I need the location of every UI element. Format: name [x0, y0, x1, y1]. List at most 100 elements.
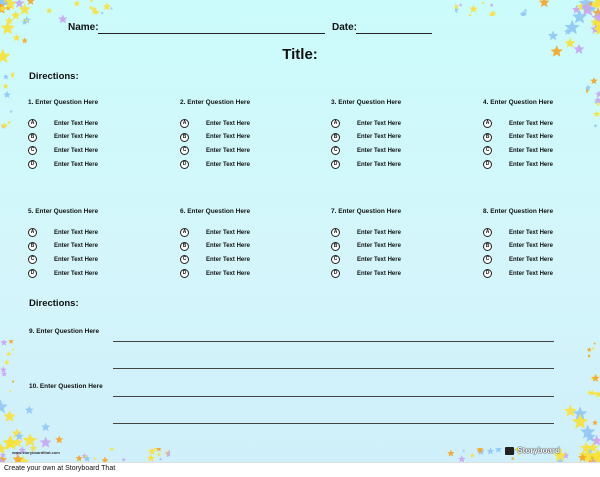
- option-text: Enter Text Here: [54, 147, 98, 154]
- answer-line-10b[interactable]: [113, 423, 554, 424]
- answer-bubble[interactable]: D: [28, 160, 37, 170]
- answer-option[interactable]: C Enter Text Here: [180, 253, 310, 267]
- answer-bubble[interactable]: D: [483, 160, 492, 170]
- directions-heading-1: Directions:: [29, 71, 79, 82]
- answer-option[interactable]: B Enter Text Here: [483, 131, 600, 145]
- star-icon: [586, 84, 592, 91]
- answer-bubble[interactable]: B: [331, 132, 340, 142]
- answer-bubble[interactable]: A: [331, 119, 340, 129]
- answer-bubble[interactable]: C: [180, 146, 189, 156]
- star-icon: [109, 448, 114, 451]
- answer-option[interactable]: C Enter Text Here: [28, 253, 158, 267]
- answer-option[interactable]: A Enter Text Here: [180, 226, 310, 240]
- answer-option[interactable]: B Enter Text Here: [28, 131, 158, 145]
- date-field[interactable]: [356, 33, 432, 34]
- storyboard-watermark[interactable]: Storyboard: [505, 446, 560, 455]
- answer-bubble[interactable]: D: [180, 160, 189, 170]
- answer-bubble[interactable]: A: [180, 119, 189, 129]
- watermark-url: www.storyboardthat.com: [12, 450, 60, 455]
- answer-bubble[interactable]: B: [180, 132, 189, 142]
- option-text: Enter Text Here: [54, 120, 98, 127]
- answer-option[interactable]: C Enter Text Here: [28, 144, 158, 158]
- answer-option[interactable]: C Enter Text Here: [331, 144, 461, 158]
- answer-bubble[interactable]: B: [28, 241, 37, 251]
- answer-option[interactable]: B Enter Text Here: [331, 240, 461, 254]
- answer-option[interactable]: A Enter Text Here: [483, 226, 600, 240]
- answer-line-9a[interactable]: [113, 341, 554, 342]
- answer-option[interactable]: B Enter Text Here: [331, 131, 461, 145]
- answer-option[interactable]: C Enter Text Here: [483, 144, 600, 158]
- star-border-left-bottom: [0, 340, 14, 393]
- answer-bubble[interactable]: D: [331, 269, 340, 279]
- answer-option[interactable]: A Enter Text Here: [28, 117, 158, 131]
- answer-bubble[interactable]: D: [28, 269, 37, 279]
- answer-option[interactable]: B Enter Text Here: [483, 240, 600, 254]
- answer-option[interactable]: B Enter Text Here: [28, 240, 158, 254]
- answer-bubble[interactable]: B: [331, 241, 340, 251]
- answer-bubble[interactable]: B: [28, 132, 37, 142]
- answer-option[interactable]: A Enter Text Here: [331, 117, 461, 131]
- answer-option[interactable]: C Enter Text Here: [331, 253, 461, 267]
- star-icon: [22, 432, 38, 447]
- star-icon: [591, 374, 600, 382]
- answer-option[interactable]: A Enter Text Here: [331, 226, 461, 240]
- option-text: Enter Text Here: [509, 256, 553, 263]
- answer-option[interactable]: D Enter Text Here: [483, 158, 600, 172]
- answer-bubble[interactable]: A: [180, 228, 189, 238]
- answer-option[interactable]: D Enter Text Here: [331, 267, 461, 281]
- mc-question-5: 5. Enter Question Here A Enter Text Here B E…: [28, 208, 158, 280]
- answer-option[interactable]: C Enter Text Here: [483, 253, 600, 267]
- star-icon: [590, 77, 598, 85]
- option-text: Enter Text Here: [357, 243, 401, 250]
- answer-bubble[interactable]: A: [331, 228, 340, 238]
- answer-line-9b[interactable]: [113, 368, 554, 369]
- star-icon: [45, 7, 53, 14]
- answer-option[interactable]: D Enter Text Here: [28, 158, 158, 172]
- answer-option[interactable]: D Enter Text Here: [180, 267, 310, 281]
- option-text: Enter Text Here: [357, 161, 401, 168]
- answer-option[interactable]: D Enter Text Here: [483, 267, 600, 281]
- answer-bubble[interactable]: B: [180, 241, 189, 251]
- answer-bubble[interactable]: C: [483, 146, 492, 156]
- answer-bubble[interactable]: C: [28, 255, 37, 265]
- star-icon: [156, 451, 162, 457]
- worksheet-title: Title:: [282, 46, 318, 63]
- answer-bubble[interactable]: B: [483, 132, 492, 142]
- answer-option[interactable]: A Enter Text Here: [483, 117, 600, 131]
- mc-question-7: 7. Enter Question Here A Enter Text Here B E…: [331, 208, 461, 280]
- answer-bubble[interactable]: C: [180, 255, 189, 265]
- answer-bubble[interactable]: A: [28, 228, 37, 238]
- star-icon: [458, 455, 466, 462]
- question-label: 7. Enter Question Here: [331, 208, 402, 215]
- question-label: 1. Enter Question Here: [28, 99, 99, 106]
- answer-bubble[interactable]: A: [483, 119, 492, 129]
- answer-bubble[interactable]: A: [483, 228, 492, 238]
- answer-option[interactable]: B Enter Text Here: [180, 131, 310, 145]
- answer-option[interactable]: D Enter Text Here: [331, 158, 461, 172]
- star-icon: [468, 13, 473, 16]
- answer-option[interactable]: D Enter Text Here: [28, 267, 158, 281]
- answer-bubble[interactable]: D: [180, 269, 189, 279]
- star-icon: [100, 11, 104, 14]
- answer-line-10a[interactable]: [113, 396, 554, 397]
- answer-bubble[interactable]: C: [331, 255, 340, 265]
- answer-option[interactable]: A Enter Text Here: [180, 117, 310, 131]
- answer-bubble[interactable]: C: [28, 146, 37, 156]
- answer-bubble[interactable]: D: [483, 269, 492, 279]
- option-text: Enter Text Here: [509, 229, 553, 236]
- answer-option[interactable]: B Enter Text Here: [180, 240, 310, 254]
- answer-bubble[interactable]: C: [331, 146, 340, 156]
- answer-bubble[interactable]: D: [331, 160, 340, 170]
- answer-option[interactable]: D Enter Text Here: [180, 158, 310, 172]
- star-icon: [547, 30, 559, 41]
- answer-bubble[interactable]: A: [28, 119, 37, 129]
- name-field[interactable]: [98, 33, 325, 34]
- answer-option[interactable]: A Enter Text Here: [28, 226, 158, 240]
- mc-question-6: 6. Enter Question Here A Enter Text Here B E…: [180, 208, 310, 280]
- star-icon: [2, 73, 9, 80]
- answer-bubble[interactable]: C: [483, 255, 492, 265]
- worksheet: Name: Date: Title: Directions: 1. Enter …: [0, 0, 600, 463]
- option-text: Enter Text Here: [54, 229, 98, 236]
- answer-option[interactable]: C Enter Text Here: [180, 144, 310, 158]
- answer-bubble[interactable]: B: [483, 241, 492, 251]
